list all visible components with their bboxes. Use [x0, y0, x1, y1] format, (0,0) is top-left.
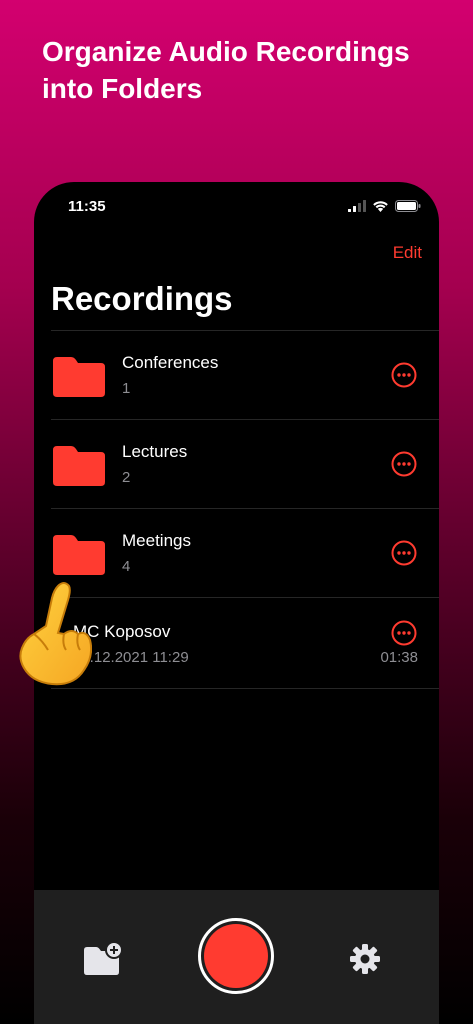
more-icon[interactable]	[391, 362, 417, 388]
folder-row-lectures[interactable]: Lectures 2	[51, 419, 439, 508]
record-icon	[204, 924, 268, 988]
new-folder-icon[interactable]	[84, 941, 124, 975]
edit-button[interactable]: Edit	[393, 243, 422, 263]
gear-icon[interactable]	[348, 942, 382, 976]
battery-icon	[395, 200, 421, 212]
folder-name: Lectures	[122, 442, 188, 461]
signal-icon	[348, 200, 366, 212]
status-icons	[348, 199, 421, 213]
status-time: 11:35	[68, 198, 106, 215]
folder-name: Conferences	[122, 353, 219, 372]
phone-screen: 11:35 Edit Recordings Conferences 1 Lect…	[34, 182, 439, 1024]
bottom-toolbar	[34, 890, 439, 1024]
folder-row-conferences[interactable]: Conferences 1	[51, 330, 439, 419]
status-bar: 11:35	[34, 182, 439, 230]
recording-duration: 01:38	[380, 649, 418, 666]
folder-row-meetings[interactable]: Meetings 4	[51, 508, 439, 597]
more-icon[interactable]	[391, 451, 417, 477]
page-title: Recordings	[51, 280, 233, 317]
recording-row[interactable]: MC Koposov 12.12.2021 11:29 01:38	[51, 597, 439, 689]
record-button[interactable]	[198, 918, 274, 994]
folder-count: 2	[122, 469, 131, 486]
promo-headline: Organize Audio Recordings into Folders	[42, 36, 410, 104]
wifi-icon	[373, 201, 388, 212]
folder-count: 4	[122, 558, 131, 575]
folder-icon	[53, 357, 105, 397]
folder-icon	[53, 446, 105, 486]
pointing-hand-icon	[19, 582, 92, 686]
recordings-list: Conferences 1 Lectures 2 Meetings 4 MC K…	[51, 330, 439, 689]
more-icon[interactable]	[391, 540, 417, 566]
folder-name: Meetings	[122, 531, 191, 550]
folder-icon	[53, 535, 105, 575]
folder-count: 1	[122, 380, 131, 397]
more-icon[interactable]	[391, 620, 417, 646]
